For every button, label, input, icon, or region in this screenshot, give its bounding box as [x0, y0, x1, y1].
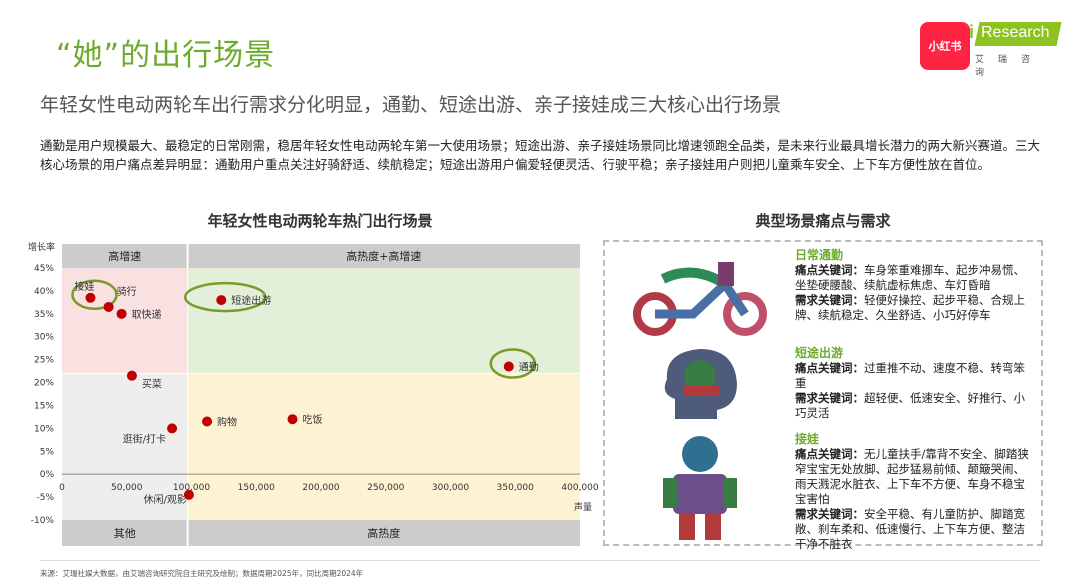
- quadrant-label-bottom-left: 其他: [114, 527, 136, 540]
- y-tick-label: 10%: [34, 424, 54, 434]
- x-tick-label: 50,000: [111, 483, 143, 493]
- data-label: 休闲/观影: [144, 493, 187, 506]
- quadrant-top-right: [187, 268, 581, 374]
- x-tick-label: 200,000: [302, 483, 339, 493]
- pain-label: 痛点关键词：: [795, 447, 864, 461]
- x-tick-label: 150,000: [238, 483, 275, 493]
- y-tick-label: 20%: [34, 379, 54, 389]
- pain-label: 痛点关键词：: [795, 361, 864, 375]
- scene-short-trip: 短途出游 痛点关键词：过重推不动、速度不稳、转弯笨重 需求关键词：超轻便、低速安…: [795, 346, 1035, 421]
- scenes-panel: 日常通勤 痛点关键词：车身笨重难挪车、起步冲易慌、坐垫硬腰酸、续航虚标焦虑、车灯…: [603, 240, 1043, 551]
- quadrant-label-bottom-right: 高热度: [367, 526, 400, 540]
- y-tick-label: 35%: [34, 310, 54, 320]
- y-tick-label: -5%: [36, 493, 54, 503]
- head-wordcloud-icon: [664, 349, 737, 419]
- xiaohongshu-logo: 小红书: [920, 22, 970, 70]
- child-wordcloud-icon: [663, 436, 737, 540]
- x-tick-label: 300,000: [432, 483, 469, 493]
- data-label: 骑行: [117, 285, 137, 298]
- y-tick-label: 30%: [34, 333, 54, 343]
- scene-commute: 日常通勤 痛点关键词：车身笨重难挪车、起步冲易慌、坐垫硬腰酸、续航虚标焦虑、车灯…: [795, 248, 1035, 323]
- quadrant-label-top-left: 高增速: [108, 249, 141, 263]
- data-label: 短途出游: [231, 294, 271, 307]
- data-point: [126, 370, 137, 381]
- x-axis-title: 声量: [574, 501, 592, 513]
- source-note: 来源：艾瑞社媒大数据，由艾瑞咨询研究院自主研究及绘制；数据周期2025年，同比周…: [40, 569, 364, 578]
- page-title: “她”的出行场景: [56, 38, 276, 73]
- data-label: 购物: [217, 415, 237, 428]
- y-tick-label: 15%: [34, 401, 54, 411]
- data-point: [216, 295, 227, 306]
- scene-pickup-kids: 接娃 痛点关键词：无儿童扶手/靠背不安全、脚踏狭窄宝宝无处放脚、起步猛易前倾、颠…: [795, 432, 1035, 552]
- data-label: 接娃: [74, 280, 94, 293]
- x-tick-label: 400,000: [561, 483, 598, 493]
- scooter-wordcloud-icon: [633, 262, 767, 336]
- x-tick-label: 350,000: [497, 483, 534, 493]
- logo-i: i: [969, 22, 975, 42]
- x-tick-label: 250,000: [367, 483, 404, 493]
- data-point: [85, 292, 96, 303]
- y-tick-label: -10%: [31, 516, 55, 526]
- page-subtitle: 年轻女性电动两轮车出行需求分化明显，通勤、短途出游、亲子接娃成三大核心出行场景: [40, 94, 782, 116]
- chart-title: 年轻女性电动两轮车热门出行场景: [207, 212, 433, 230]
- data-point: [167, 423, 178, 434]
- y-axis-title: 增长率: [28, 241, 55, 253]
- data-label: 吃饭: [303, 413, 323, 426]
- data-label: 通勤: [519, 361, 539, 374]
- need-label: 需求关键词：: [795, 293, 864, 307]
- data-label: 逛街/打卡: [123, 432, 166, 445]
- iresearch-logo: i Research 艾瑞咨询: [969, 18, 1065, 78]
- y-tick-label: 25%: [34, 356, 54, 366]
- data-point: [103, 301, 114, 312]
- quadrant-bottom-right: [187, 373, 581, 520]
- data-point: [202, 416, 213, 427]
- data-point: [287, 414, 298, 425]
- scene-commute-title: 日常通勤: [795, 248, 844, 262]
- y-tick-label: 0%: [40, 470, 55, 480]
- pain-label: 痛点关键词：: [795, 263, 864, 277]
- scatter-chart: 高增速 高热度+高增速其他 高热度 45% 40% 35% 30% 25% 20% 15% 10% 5…: [28, 241, 599, 546]
- footer-divider: [40, 560, 1040, 561]
- intro-paragraph: 通勤是用户规模最大、最稳定的日常刚需，稳居年轻女性电动两轮车第一大使用场景；短途…: [40, 138, 1041, 172]
- panel-title: 典型场景痛点与需求: [755, 212, 891, 230]
- quadrant-label-top-right: 高热度+高增速: [346, 249, 421, 263]
- logo-cn: 艾瑞咨询: [975, 55, 1045, 78]
- y-tick-label: 45%: [34, 264, 54, 274]
- logo-text: Research: [981, 24, 1050, 41]
- scene-pickup-kids-title: 接娃: [795, 432, 820, 446]
- need-label: 需求关键词：: [795, 507, 864, 521]
- need-label: 需求关键词：: [795, 391, 864, 405]
- x-tick-label: 0: [59, 483, 65, 493]
- y-tick-label: 5%: [40, 447, 55, 457]
- data-point: [503, 361, 514, 372]
- data-point: [116, 308, 127, 319]
- y-tick-label: 40%: [34, 287, 54, 297]
- scene-short-trip-title: 短途出游: [795, 346, 844, 360]
- data-label: 取快递: [132, 308, 162, 321]
- data-label: 买菜: [142, 379, 162, 391]
